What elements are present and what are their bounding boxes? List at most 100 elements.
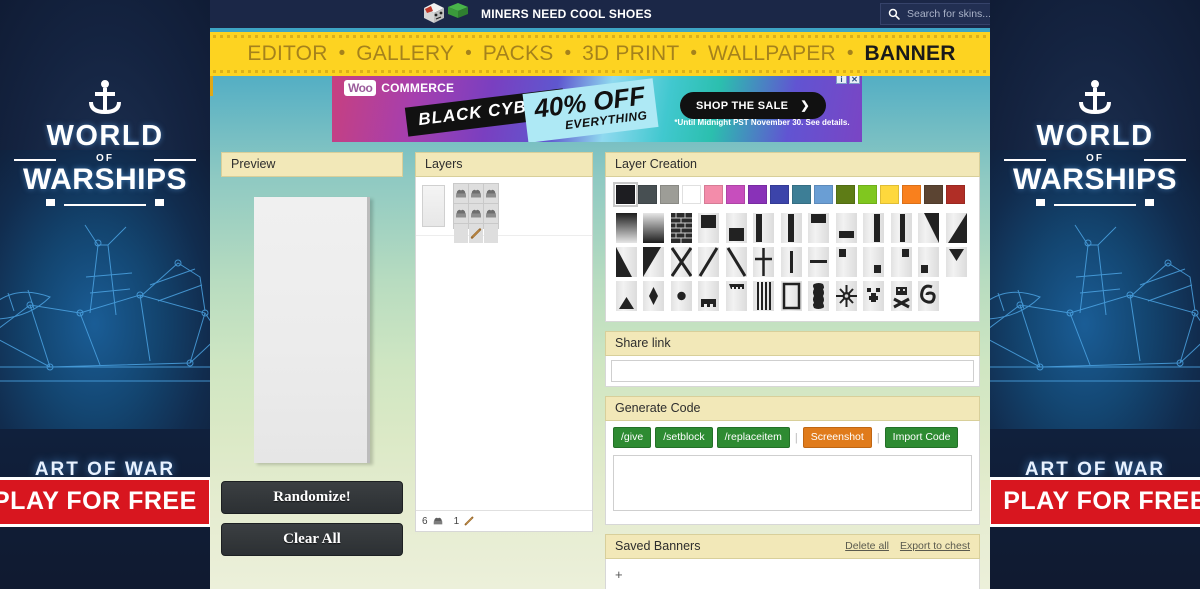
advertisement-banner[interactable]: Woo COMMERCE BLACK CYBER 40% OFF EVERYTH… <box>332 72 862 142</box>
preview-stage[interactable] <box>221 187 403 472</box>
search-box[interactable] <box>880 3 990 25</box>
layer-item[interactable] <box>416 177 592 243</box>
pattern-stripe-vertical-right[interactable] <box>890 213 912 243</box>
stick-icon <box>464 516 474 526</box>
replaceitem-command-button[interactable]: /replaceitem <box>716 427 790 448</box>
pattern-gradient-up[interactable] <box>643 213 665 243</box>
pattern-stripe-center-vertical[interactable] <box>780 213 802 243</box>
setblock-command-button[interactable]: /setblock <box>655 427 713 448</box>
pattern-base-gradient[interactable] <box>698 281 720 311</box>
search-input[interactable] <box>907 8 990 20</box>
ad-play-for-free-button[interactable]: PLAY FOR FREE <box>0 477 210 527</box>
pattern-stripe-left[interactable] <box>753 213 775 243</box>
nav-item-editor[interactable]: EDITOR <box>245 42 329 66</box>
pattern-diagonal-up-right[interactable] <box>698 247 720 277</box>
pattern-small-stripe-center[interactable] <box>780 247 802 277</box>
right-column: Layer Creation Share link Generate Code <box>605 152 980 589</box>
nav-item-wallpaper[interactable]: WALLPAPER <box>706 42 838 66</box>
color-swatch-red[interactable] <box>946 185 965 204</box>
pattern-stripe-right[interactable] <box>863 213 885 243</box>
pattern-triangle-bottom-left[interactable] <box>616 247 637 277</box>
generated-code-output[interactable] <box>613 455 972 511</box>
randomize-button[interactable]: Randomize! <box>221 481 403 514</box>
pattern-gradient[interactable] <box>616 213 637 243</box>
color-swatch-yellow[interactable] <box>880 185 899 204</box>
pattern-skull[interactable] <box>890 281 912 311</box>
banner-preview-render[interactable] <box>254 196 370 463</box>
pattern-square-bottom-left[interactable] <box>918 247 940 277</box>
color-swatch-gray[interactable] <box>660 185 679 204</box>
nav-item-banner[interactable]: BANNER <box>863 42 958 66</box>
pattern-stripe-downleft-multi[interactable] <box>753 281 775 311</box>
pattern-circle[interactable] <box>670 281 692 311</box>
nav-item-3d-print[interactable]: 3D PRINT <box>580 42 681 66</box>
screenshot-button[interactable]: Screenshot <box>802 427 872 448</box>
color-swatch-pink[interactable] <box>704 185 723 204</box>
wool-icon <box>486 189 496 198</box>
recipe-cell-empty <box>484 224 498 243</box>
pattern-square-top-left-big[interactable] <box>808 213 830 243</box>
export-to-chest-link[interactable]: Export to chest <box>900 540 970 552</box>
layer-thumbnail[interactable] <box>422 185 445 227</box>
pattern-straight-cross[interactable] <box>753 247 775 277</box>
give-command-button[interactable]: /give <box>613 427 652 448</box>
pattern-border[interactable] <box>780 281 802 311</box>
wows-logo-line2: WARSHIPS <box>1012 163 1178 196</box>
site-brand-title: MINERS NEED COOL SHOES <box>481 7 652 21</box>
pattern-bricks[interactable] <box>670 213 692 243</box>
pattern-cross-x[interactable] <box>670 247 692 277</box>
color-swatch-lime[interactable] <box>858 185 877 204</box>
saved-banners-panel: Saved Banners Delete all Export to chest… <box>605 534 980 589</box>
pattern-diagonal-down-right[interactable] <box>725 247 747 277</box>
pattern-rhombus[interactable] <box>643 281 665 311</box>
ad-shop-the-sale-button[interactable]: SHOP THE SALE ❯ <box>680 92 826 119</box>
pattern-stripe-middle-horizontal[interactable] <box>808 247 830 277</box>
wows-logo-of: OF <box>990 153 1200 164</box>
pattern-triangle-top-right[interactable] <box>918 213 940 243</box>
add-saved-banner-button[interactable]: + <box>615 568 623 581</box>
side-ad-left[interactable]: WORLD OF WARSHIPS ART OF WAR PLAY FOR FR… <box>0 0 210 589</box>
pattern-creeper[interactable] <box>863 281 885 311</box>
pattern-flower[interactable] <box>835 281 857 311</box>
color-swatch-orange[interactable] <box>902 185 921 204</box>
color-swatch-purple[interactable] <box>748 185 767 204</box>
nav-item-gallery[interactable]: GALLERY <box>354 42 456 66</box>
side-ad-right[interactable]: WORLD OF WARSHIPS ART OF WAR PLAY FOR FR… <box>990 0 1200 589</box>
pattern-half-top[interactable] <box>698 213 720 243</box>
clear-all-button[interactable]: Clear All <box>221 523 403 556</box>
color-swatch-blue[interactable] <box>770 185 789 204</box>
pattern-half-horizontal-bottom[interactable] <box>835 213 857 243</box>
color-swatch-light-blue[interactable] <box>814 185 833 204</box>
ad-brand-logo: Woo COMMERCE <box>344 80 454 96</box>
color-swatch-dark-gray[interactable] <box>638 185 657 204</box>
color-swatch-magenta[interactable] <box>726 185 745 204</box>
color-swatch-brown[interactable] <box>924 185 943 204</box>
pattern-triangle-down-top[interactable] <box>945 247 967 277</box>
pattern-triangle-bottom-right[interactable] <box>945 213 967 243</box>
wireframe-ship-graphic <box>0 224 210 382</box>
share-link-input[interactable] <box>611 360 974 382</box>
pattern-border-top-notch[interactable] <box>725 281 747 311</box>
ad-play-for-free-button[interactable]: PLAY FOR FREE <box>990 477 1200 527</box>
site-brand[interactable]: MINERS NEED COOL SHOES <box>420 0 652 28</box>
import-code-button[interactable]: Import Code <box>884 427 959 448</box>
color-swatch-black[interactable] <box>613 182 638 207</box>
color-swatch-cyan[interactable] <box>792 185 811 204</box>
color-swatch-green[interactable] <box>836 185 855 204</box>
nav-separator: • <box>846 43 854 64</box>
pattern-square-bottom-right[interactable] <box>863 247 885 277</box>
pattern-curly-border[interactable] <box>808 281 830 311</box>
pattern-square-top-right[interactable] <box>890 247 912 277</box>
pattern-mojang[interactable] <box>918 281 940 311</box>
pattern-triangle-up-bottom[interactable] <box>616 281 637 311</box>
pattern-half-bottom[interactable] <box>725 213 747 243</box>
pattern-triangle-top-left[interactable] <box>643 247 665 277</box>
layers-panel: Layers 6 1 <box>415 152 593 532</box>
color-swatch-white[interactable] <box>682 185 701 204</box>
pattern-square-top-left[interactable] <box>835 247 857 277</box>
nav-separator: • <box>564 43 572 64</box>
nav-item-packs[interactable]: PACKS <box>481 42 556 66</box>
generate-code-title: Generate Code <box>615 401 701 415</box>
delete-all-link[interactable]: Delete all <box>845 540 889 552</box>
preview-panel-header: Preview <box>221 152 403 177</box>
